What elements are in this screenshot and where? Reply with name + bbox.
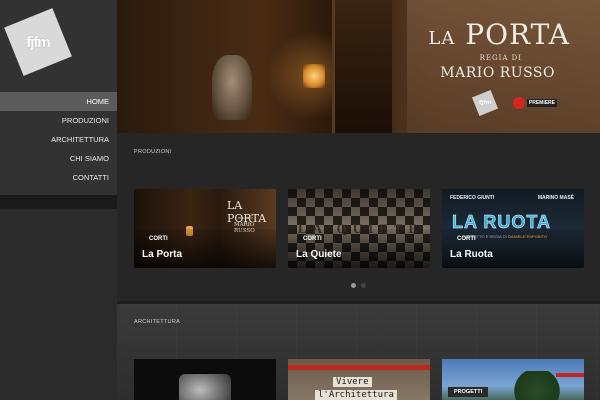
card-tag: CORTI [457, 236, 476, 242]
hero-jar [212, 55, 252, 120]
card-tag: PROGETTI [448, 387, 489, 397]
hero-door [332, 0, 392, 133]
hero-banner[interactable]: LA PORTA REGIA DI MARIO RUSSO fjfm PREMI… [117, 0, 600, 133]
arch-card-vivere[interactable]: Vivere l'Architettura [288, 359, 430, 400]
produzioni-carousel: LA PORTA REGIA DI MARIO RUSSO CORTI La P… [134, 189, 584, 268]
nav-item-home[interactable]: HOME [0, 92, 117, 111]
carousel-pager [351, 283, 366, 288]
card-tag: CORTI [149, 236, 168, 242]
pager-dot-1[interactable] [351, 283, 356, 288]
premiere-text: PREMIERE [526, 99, 557, 107]
sidebar: fjfm HOME PRODUZIONI ARCHITETTURA CHI SI… [0, 0, 117, 400]
premiere-icon [512, 97, 525, 109]
card-title[interactable]: La Ruota [450, 249, 493, 260]
nav-item-contatti[interactable]: CONTATTI [0, 168, 117, 187]
portrait-image [179, 374, 231, 400]
hero-director: MARIO RUSSO [440, 65, 555, 81]
poster-regia: REGIA DI [238, 216, 253, 220]
main-nav: HOME PRODUZIONI ARCHITETTURA CHI SIAMO C… [0, 92, 117, 187]
architettura-section: ARCHITETTURA Vivere l'Architettura PROGE… [117, 304, 600, 400]
card-la-quiete[interactable]: LA QUIETE CORTI La Quiete [288, 189, 430, 268]
poster-word-2: l'Architettura [315, 390, 397, 400]
produzioni-section: PRODUZIONI LA PORTA REGIA DI MARIO RUSSO… [117, 133, 600, 301]
nav-item-architettura[interactable]: ARCHITETTURA [0, 130, 117, 149]
hero-title: LA PORTA [428, 18, 570, 51]
arch-card-progetti[interactable]: PROGETTI [442, 359, 584, 400]
logo-text: fjfm [26, 33, 50, 51]
red-bar [288, 365, 430, 370]
premiere-badge: PREMIERE [512, 97, 557, 109]
pager-dot-2[interactable] [361, 283, 366, 288]
arch-card-portrait[interactable] [134, 359, 276, 400]
card-title[interactable]: La Quiete [296, 249, 342, 260]
card-title[interactable]: La Porta [142, 249, 182, 260]
card-tag: CORTI [303, 236, 322, 242]
architettura-heading: ARCHITETTURA [134, 319, 181, 325]
tree-image [512, 371, 562, 400]
produzioni-heading: PRODUZIONI [134, 149, 172, 155]
card-la-ruota[interactable]: FEDERICO GIUNTI MARINO MASÈ LA RUOTA SOG… [442, 189, 584, 268]
hero-lamp [303, 64, 325, 88]
red-bar [556, 373, 584, 377]
card-la-porta[interactable]: LA PORTA REGIA DI MARIO RUSSO CORTI La P… [134, 189, 276, 268]
nav-item-chi-siamo[interactable]: CHI SIAMO [0, 149, 117, 168]
nav-item-produzioni[interactable]: PRODUZIONI [0, 111, 117, 130]
architettura-carousel: Vivere l'Architettura PROGETTI [134, 359, 584, 400]
poster-credit-right: MARINO MASÈ [537, 195, 574, 201]
poster-word-1: Vivere [333, 377, 372, 387]
sidebar-divider [0, 195, 117, 209]
poster-credit-left: FEDERICO GIUNTI [450, 195, 495, 201]
hero-regia: REGIA DI [479, 54, 522, 62]
